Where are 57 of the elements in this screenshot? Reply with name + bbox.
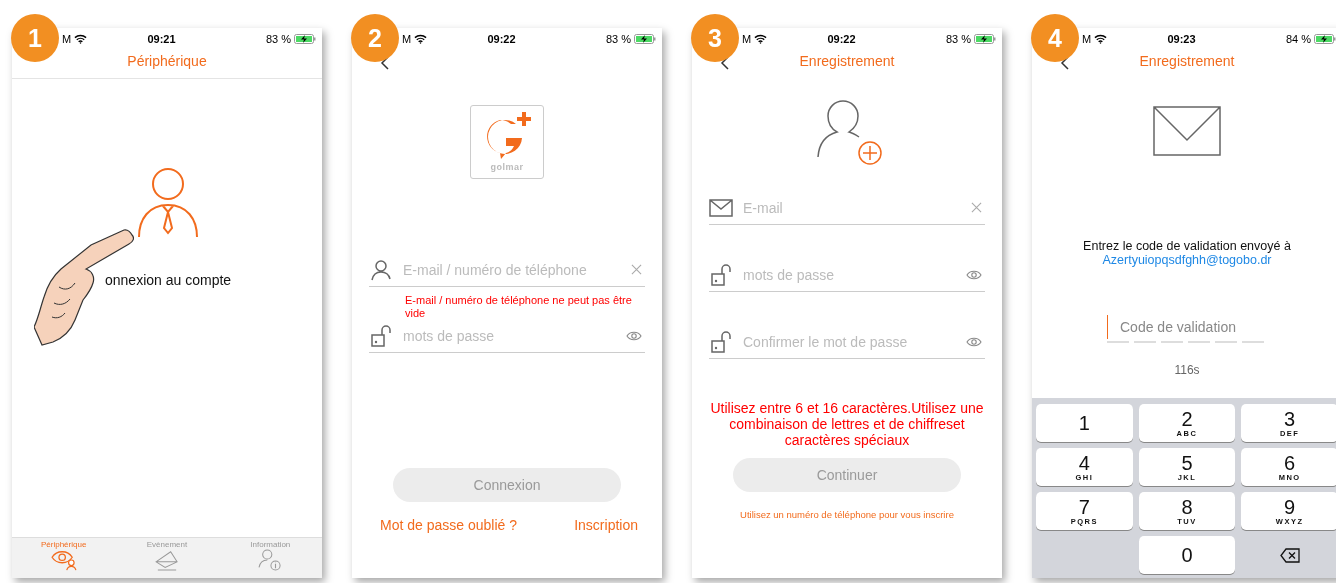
battery-percentage: 83 % bbox=[265, 33, 291, 45]
code-field[interactable]: Code de validation bbox=[1118, 318, 1262, 336]
eye-icon[interactable] bbox=[966, 269, 982, 280]
password-field[interactable]: mots de passe bbox=[741, 265, 958, 284]
text-cursor bbox=[1107, 315, 1108, 339]
logo-text: golmar bbox=[490, 162, 524, 172]
keypad-key[interactable]: 0 bbox=[1138, 536, 1236, 574]
clock-time: 09:23 bbox=[1166, 33, 1197, 45]
step-badge: 1 bbox=[11, 14, 59, 62]
unlocked-padlock-icon bbox=[709, 262, 733, 287]
person-icon bbox=[369, 257, 393, 282]
password-rules-message: Utilisez entre 6 et 16 caractères.Utilisez une combinaison de lettres et de chiffreset caractères spéciaux bbox=[709, 400, 985, 449]
eye-icon[interactable] bbox=[966, 336, 982, 347]
screen-title: Périphérique bbox=[127, 53, 207, 69]
clock-time: 09:21 bbox=[146, 33, 177, 45]
validation-message: Entrez le code de validation envoyé à bbox=[1082, 239, 1292, 253]
charging-battery-icon bbox=[1314, 34, 1336, 44]
keypad-key[interactable]: 1 bbox=[1036, 404, 1133, 442]
unlocked-padlock-icon bbox=[369, 323, 393, 348]
charging-battery-icon bbox=[634, 34, 656, 44]
envelope-icon bbox=[1153, 106, 1221, 156]
carrier-label: M bbox=[742, 33, 752, 45]
backspace-icon bbox=[1279, 547, 1300, 563]
clear-icon[interactable] bbox=[631, 264, 642, 275]
carrier-label: M bbox=[402, 33, 412, 45]
wifi-icon bbox=[414, 34, 428, 44]
wifi-icon bbox=[74, 34, 88, 44]
screen-title: Enregistrement bbox=[1139, 53, 1235, 69]
step-badge: 2 bbox=[351, 14, 399, 62]
battery-percentage: 83 % bbox=[605, 33, 631, 45]
clear-icon[interactable] bbox=[971, 202, 982, 213]
wifi-icon bbox=[1094, 34, 1108, 44]
step-badge: 3 bbox=[691, 14, 739, 62]
unlocked-padlock-icon bbox=[709, 329, 733, 354]
step-badge: 4 bbox=[1031, 14, 1079, 62]
password-field[interactable]: mots de passe bbox=[401, 326, 618, 345]
charging-battery-icon bbox=[974, 34, 996, 44]
open-envelope-icon bbox=[153, 549, 181, 571]
email-link[interactable]: Azertyuiopqsdfghh@togobo.dr bbox=[1032, 253, 1336, 267]
battery-percentage: 84 % bbox=[1285, 33, 1311, 45]
email-field[interactable]: E-mail / numéro de téléphone bbox=[401, 260, 623, 279]
password-field[interactable]: Confirmer le mot de passe bbox=[741, 332, 958, 351]
carrier-label: M bbox=[62, 33, 72, 45]
screen-title: Enregistrement bbox=[799, 53, 895, 69]
clock-time: 09:22 bbox=[826, 33, 857, 45]
eye-icon[interactable] bbox=[626, 330, 642, 341]
battery-percentage: 83 % bbox=[945, 33, 971, 45]
error-message: E-mail / numéro de téléphone ne peut pas être vide bbox=[404, 293, 633, 320]
clock-time: 09:22 bbox=[486, 33, 517, 45]
account-login-label[interactable]: onnexion au compte bbox=[105, 272, 232, 288]
wifi-icon bbox=[754, 34, 768, 44]
charging-battery-icon bbox=[294, 34, 316, 44]
carrier-label: M bbox=[1082, 33, 1092, 45]
eye-person-icon bbox=[49, 549, 78, 571]
countdown-timer: 116s bbox=[1173, 363, 1201, 377]
email-field[interactable]: E-mail bbox=[741, 198, 963, 217]
person-with-tie-icon[interactable] bbox=[137, 167, 199, 239]
